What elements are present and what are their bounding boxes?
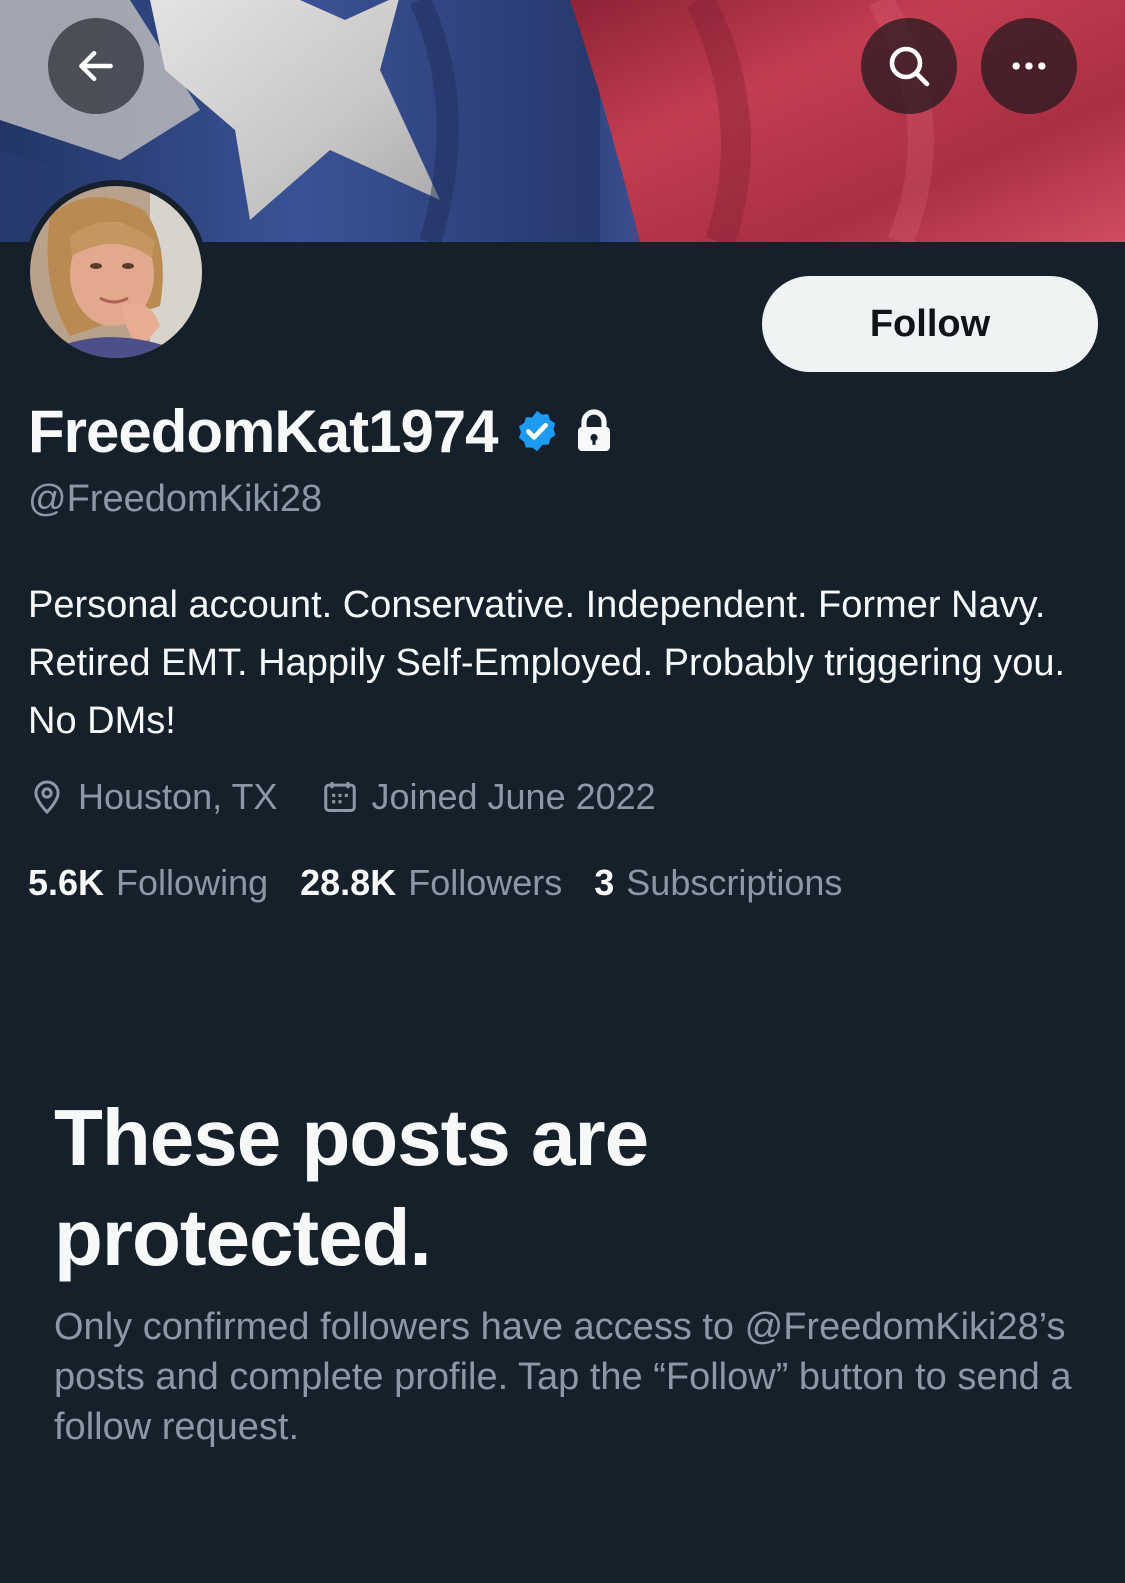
more-horizontal-icon — [1012, 62, 1046, 70]
arrow-left-icon — [79, 50, 113, 82]
profile-page: Follow FreedomKat1974 @FreedomKiki28 Per… — [0, 0, 1125, 1583]
lock-icon — [577, 409, 610, 451]
display-name: FreedomKat1974 — [28, 397, 499, 465]
protected-posts-title: These posts are protected. — [54, 1093, 649, 1282]
followers-label: Followers — [408, 862, 563, 903]
profile-stats: 5.6K Following 28.8K Followers 3 Subscri… — [28, 858, 842, 908]
joined-text: Joined June 2022 — [371, 776, 656, 817]
following-label: Following — [116, 862, 269, 903]
location-text: Houston, TX — [78, 776, 278, 817]
verified-badge-icon[interactable] — [514, 408, 560, 454]
profile-name-row: FreedomKat1974 — [28, 396, 614, 466]
calendar-icon — [324, 781, 357, 812]
location-pin-icon — [34, 780, 60, 815]
protected-posts-message: Only confirmed followers have access to … — [54, 1306, 1072, 1448]
avatar[interactable] — [24, 180, 208, 364]
subscriptions-count: 3 — [594, 862, 615, 903]
more-options-button[interactable] — [981, 18, 1077, 114]
profile-handle: @FreedomKiki28 — [28, 478, 323, 520]
subscriptions-label: Subscriptions — [626, 862, 843, 903]
following-stat[interactable]: 5.6K Following — [28, 862, 268, 904]
avatar-photo — [30, 186, 202, 358]
profile-bio: Personal account. Conservative. Independ… — [28, 584, 1066, 742]
following-count: 5.6K — [28, 862, 105, 903]
followers-count: 28.8K — [300, 862, 397, 903]
follow-button[interactable]: Follow — [762, 276, 1098, 372]
profile-meta: Houston, TX Joined June 2022 — [28, 772, 656, 822]
search-icon — [889, 46, 930, 87]
back-button[interactable] — [48, 18, 144, 114]
followers-stat[interactable]: 28.8K Followers — [300, 862, 562, 904]
search-button[interactable] — [861, 18, 957, 114]
joined-item: Joined June 2022 — [321, 776, 656, 818]
subscriptions-stat[interactable]: 3 Subscriptions — [594, 862, 842, 904]
location-item: Houston, TX — [28, 776, 277, 818]
